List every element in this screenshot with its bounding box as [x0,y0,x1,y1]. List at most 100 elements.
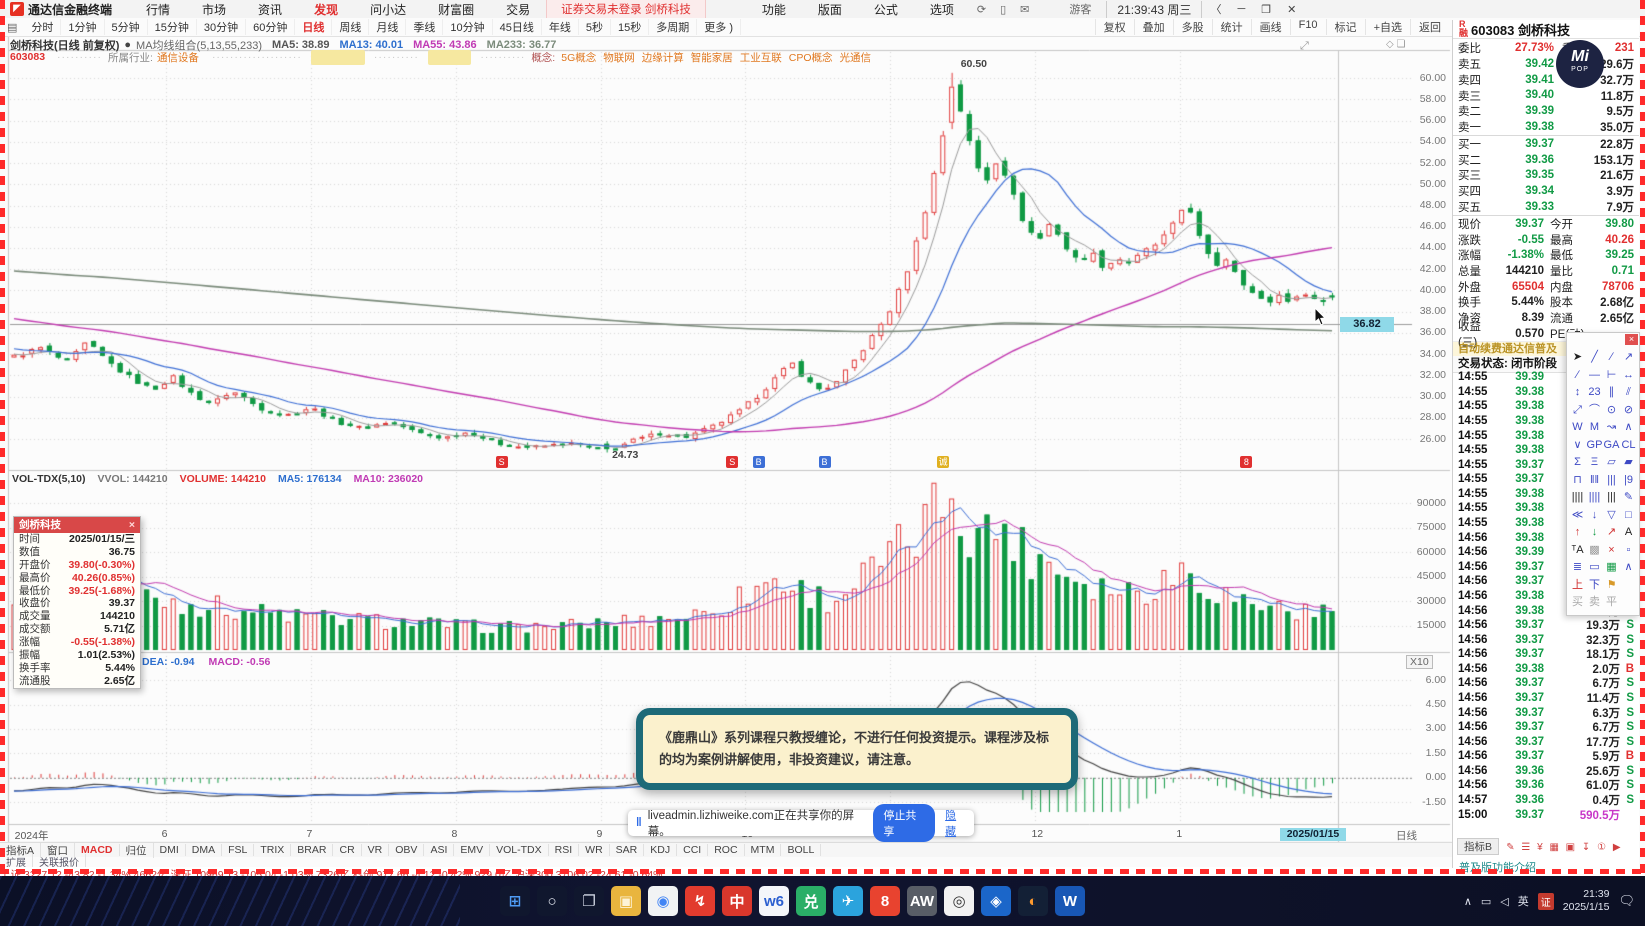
period-更多 )[interactable]: 更多 ) [697,19,742,35]
menu-item-发现[interactable]: 发现 [298,1,354,18]
event-flag[interactable]: 8 [1240,456,1253,468]
taskbar-app-icon[interactable]: ❐ [574,886,604,916]
window-control[interactable]: ❐ [1253,3,1279,16]
draw-tool-icon[interactable]: ▩ [1586,542,1603,560]
draw-tool-icon[interactable]: Ξ [1586,454,1603,472]
taskbar-clock[interactable]: 21:39 2025/1/15 [1563,888,1610,914]
window-control[interactable]: ✕ [1279,3,1304,16]
ask-row[interactable]: 卖一 39.38 35.0万 [1453,119,1639,135]
tool-复权[interactable]: 复权 [1094,19,1134,35]
close-icon[interactable]: × [1625,334,1638,345]
concept-link[interactable]: CPO概念 [789,50,833,65]
taskbar-app-icon[interactable]: ◎ [944,886,974,916]
ask-row[interactable]: 卖三 39.40 11.8万 [1453,88,1639,104]
menu-item-功能[interactable]: 功能 [746,1,802,18]
draw-tool-icon[interactable]: ∥ [1603,384,1620,402]
period-年线[interactable]: 年线 [542,19,579,35]
guest-label[interactable]: 游客 [1062,1,1098,17]
draw-tool-icon[interactable]: GP [1586,437,1603,455]
tab-indicator-b[interactable]: 指标B [1457,838,1500,855]
tray-icon[interactable]: ∧ [1464,895,1472,908]
draw-tool-icon[interactable]: 上 [1569,577,1586,595]
period-日线[interactable]: 日线 [295,19,333,35]
hide-share-link[interactable]: 隐藏 [945,807,966,839]
tab-RSI[interactable]: RSI [549,844,580,856]
titlebar-icon[interactable]: ⟳ [970,3,993,16]
concept-link[interactable]: 光通信 [840,50,872,65]
draw-tool-icon[interactable]: ∧ [1620,419,1637,437]
menu-item-版面[interactable]: 版面 [802,1,858,18]
draw-tool-icon[interactable]: ↕ [1569,384,1586,402]
draw-tool-icon[interactable]: ▽ [1603,507,1620,525]
pause-icon[interactable]: ‖ [636,817,642,829]
tab-VOL-TDX[interactable]: VOL-TDX [490,844,549,856]
draw-tool-icon[interactable]: ⊘ [1620,402,1637,420]
draw-tool-icon[interactable]: ⌒ [1586,402,1603,420]
draw-tool-icon[interactable]: □ [1620,507,1637,525]
notification-icon[interactable]: 🗨 [1618,893,1635,909]
info-popup-header[interactable]: 剑桥科技 × [14,517,140,533]
event-flag[interactable]: S [495,456,508,468]
menu-item-财富圈[interactable]: 财富圈 [422,1,490,18]
draw-tool-icon[interactable]: W [1569,419,1586,437]
titlebar-icon[interactable]: ▯ [993,3,1013,16]
taskbar-app-icon[interactable]: W [1055,886,1085,916]
panel-toolbar-icons[interactable]: ✎ ☰ ¥ ▦ ▣ ↧ ① ▶ [1506,842,1622,853]
draw-tool-icon[interactable]: 买 [1569,594,1586,612]
concept-link[interactable]: 5G概念 [561,50,596,65]
period-60分钟[interactable]: 60分钟 [246,19,296,35]
tab-BRAR[interactable]: BRAR [291,844,334,856]
draw-tool-icon[interactable]: ᵀA [1569,542,1586,560]
pane-split-icons[interactable]: ◇ ❏ [1386,39,1405,50]
titlebar-icon[interactable]: ✉ [1013,3,1036,16]
period-15秒[interactable]: 15秒 [611,19,650,35]
highlight-tag[interactable] [310,49,365,65]
draw-tool-icon[interactable]: ||| [1603,489,1620,507]
chart-type-icon[interactable]: ▤ [0,21,24,34]
taskbar-app-icon[interactable]: ○ [537,886,567,916]
taskbar-app-icon[interactable]: ◐ [1018,886,1048,916]
taskbar-app-icon[interactable]: ↯ [685,886,715,916]
expand-icon[interactable]: ⤢ [1300,40,1309,53]
tab-EMV[interactable]: EMV [454,844,491,856]
draw-tool-icon[interactable]: CL [1620,437,1637,455]
tab-ASI[interactable]: ASI [424,844,455,856]
draw-tool-icon[interactable]: × [1603,542,1620,560]
period-5分钟[interactable]: 5分钟 [105,19,148,35]
taskbar-app-icon[interactable]: AW [907,886,937,916]
tab-CCI[interactable]: CCI [677,844,709,856]
draw-tool-icon[interactable]: Σ [1569,454,1586,472]
draw-tool-icon[interactable]: ∕ [1603,349,1620,367]
bid-row[interactable]: 买三 39.35 21.6万 [1453,168,1639,184]
taskbar-app-icon[interactable]: ⊞ [500,886,530,916]
period-周线[interactable]: 周线 [332,19,370,35]
tab-MTM[interactable]: MTM [745,844,782,856]
tool-返回[interactable]: 返回 [1410,19,1449,35]
draw-tool-icon[interactable]: ⤢ [1569,402,1586,420]
period-10分钟[interactable]: 10分钟 [443,19,493,35]
draw-tool-icon[interactable]: ✎ [1620,489,1637,507]
draw-tool-icon[interactable]: ≪ [1569,507,1586,525]
close-icon[interactable]: × [129,517,135,533]
draw-tool-icon[interactable]: ∕ [1569,367,1586,385]
menu-item-交易[interactable]: 交易 [490,1,546,18]
tool-叠加[interactable]: 叠加 [1133,19,1173,35]
draw-tool-icon[interactable]: A [1620,524,1637,542]
tab-VR[interactable]: VR [362,844,390,856]
login-warning[interactable]: 证券交易未登录 剑桥科技 [546,0,706,19]
tab-BOLL[interactable]: BOLL [781,844,822,856]
draw-tool-icon[interactable]: ▫ [1620,542,1637,560]
period-分时[interactable]: 分时 [24,19,62,35]
taskbar-app-icon[interactable]: 兑 [796,886,826,916]
highlight-tag[interactable] [427,49,472,65]
draw-tool-icon[interactable]: ▭ [1586,559,1603,577]
ask-row[interactable]: 卖二 39.39 9.5万 [1453,103,1639,119]
draw-tool-icon[interactable]: GA [1603,437,1620,455]
taskbar-app-icon[interactable]: ▣ [611,886,641,916]
draw-tool-icon[interactable]: |||| [1586,489,1603,507]
tray-icon[interactable]: ▭ [1481,895,1491,908]
tray-icon[interactable]: 英 [1518,893,1529,909]
draw-tool-icon[interactable]: ↔ [1620,367,1637,385]
event-flag[interactable]: B [752,456,765,468]
menu-item-市场[interactable]: 市场 [186,1,242,18]
